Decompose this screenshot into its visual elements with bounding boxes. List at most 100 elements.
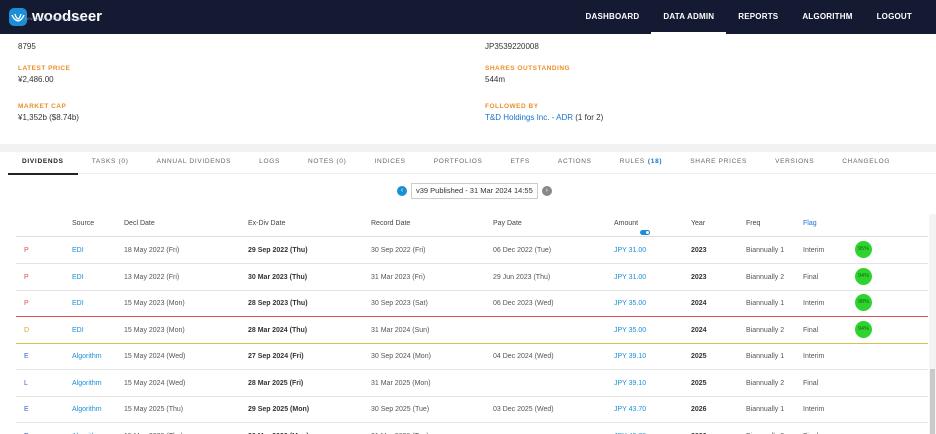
nav-data-admin[interactable]: DATA ADMIN: [651, 0, 727, 34]
cell-flag: Interim: [803, 247, 825, 254]
header-year[interactable]: Year: [691, 220, 705, 227]
header-freq[interactable]: Freq: [746, 220, 760, 227]
followed-by-label: FOLLOWED BY: [485, 103, 539, 110]
tab-etfs[interactable]: ETFS: [497, 152, 544, 173]
tab-label: NOTES (0): [308, 158, 347, 165]
table-row[interactable]: D EDI 15 May 2023 (Mon) 28 Mar 2024 (Thu) 31…: [16, 317, 928, 344]
table-row[interactable]: E Algorithm 15 May 2024 (Wed) 27 Sep 2024 (…: [16, 343, 928, 370]
cell-src[interactable]: EDI: [72, 274, 84, 281]
cell-decl: 15 May 2025 (Thu): [124, 406, 184, 413]
tab-dividends[interactable]: DIVIDENDS: [8, 152, 78, 175]
tab-portfolios[interactable]: PORTFOLIOS: [420, 152, 497, 173]
scrollbar[interactable]: [929, 214, 936, 434]
section-divider: [0, 144, 936, 152]
header-pay-date[interactable]: Pay Date: [493, 220, 522, 227]
cell-src[interactable]: EDI: [72, 300, 84, 307]
header-decl-date[interactable]: Decl Date: [124, 220, 155, 227]
cell-year: 2024: [691, 326, 707, 334]
followed-by-link[interactable]: T&D Holdings Inc. - ADR: [485, 113, 573, 122]
table-row[interactable]: P EDI 15 May 2023 (Mon) 28 Sep 2023 (Thu) 30…: [16, 290, 928, 317]
tab-rules[interactable]: RULES (18): [606, 152, 677, 173]
cell-flag: Final: [803, 379, 819, 387]
tab-tasks-0[interactable]: TASKS (0): [78, 152, 143, 173]
cell-amount[interactable]: JPY 39.10: [614, 380, 646, 387]
shares-outstanding-value: 544m: [485, 75, 506, 84]
cell-src[interactable]: EDI: [72, 327, 84, 334]
logo-tagline: DIVIDEND FORECASTING: [25, 16, 85, 21]
table-row[interactable]: P EDI 13 May 2022 (Fri) 30 Mar 2023 (Thu) 31…: [16, 264, 928, 291]
followed-by-value: T&D Holdings Inc. - ADR (1 for 2): [485, 113, 603, 122]
header-source[interactable]: Source: [72, 220, 94, 227]
cell-exdiv: 27 Sep 2024 (Fri): [248, 353, 304, 360]
nav-logout[interactable]: LOGOUT: [865, 0, 924, 34]
cell-year: 2025: [691, 379, 707, 387]
cell-amount[interactable]: JPY 31.00: [614, 247, 646, 254]
latest-price-value: ¥2,486.00: [18, 75, 54, 84]
cell-record: 31 Mar 2025 (Mon): [371, 379, 431, 387]
tab-indices[interactable]: INDICES: [360, 152, 419, 173]
table-row[interactable]: L Algorithm 15 May 2024 (Wed) 28 Mar 2025 (…: [16, 370, 928, 397]
cell-exdiv: 29 Sep 2025 (Mon): [248, 406, 310, 413]
cell-exdiv: 28 Sep 2023 (Thu): [248, 300, 308, 307]
cell-t: L: [24, 379, 28, 387]
cell-amount[interactable]: JPY 31.00: [614, 274, 646, 281]
cell-year: 2025: [691, 353, 707, 360]
tab-logs[interactable]: LOGS: [245, 152, 294, 173]
cell-year: 2024: [691, 300, 707, 307]
cell-amount[interactable]: JPY 35.00: [614, 300, 646, 307]
chevron-left-icon[interactable]: ‹: [397, 186, 407, 196]
cell-src[interactable]: Algorithm: [72, 380, 102, 387]
nav-algorithm[interactable]: ALGORITHM: [790, 0, 864, 34]
tab-versions[interactable]: VERSIONS: [761, 152, 828, 173]
nav-reports[interactable]: REPORTS: [726, 0, 790, 34]
tab-changelog[interactable]: CHANGELOG: [828, 152, 904, 173]
ticker-code: 8795: [18, 42, 36, 51]
tab-label: ANNUAL DIVIDENDS: [156, 158, 232, 165]
table-header: Source Decl Date Ex-Div Date Record Date…: [16, 210, 928, 237]
cell-freq: Biannually 2: [746, 379, 785, 387]
nav-dashboard[interactable]: DASHBOARD: [574, 0, 652, 34]
market-cap-value: ¥1,352b ($8.74b): [18, 113, 79, 122]
table-row[interactable]: EAlgorithm15 May 2025 (Thu)30 Mar 2026 (…: [16, 423, 928, 434]
scrollbar-thumb[interactable]: [930, 369, 935, 434]
cell-src[interactable]: Algorithm: [72, 406, 102, 413]
confidence-badge: 95%: [855, 241, 872, 258]
cell-exdiv: 29 Sep 2022 (Thu): [248, 247, 308, 254]
cell-exdiv: 28 Mar 2025 (Fri): [248, 379, 304, 387]
cell-amount[interactable]: JPY 43.70: [614, 406, 646, 413]
cell-record: 30 Sep 2022 (Fri): [371, 247, 426, 254]
tab-label: DIVIDENDS: [22, 158, 64, 165]
cell-pay: 06 Dec 2022 (Tue): [493, 247, 552, 254]
cell-src[interactable]: Algorithm: [72, 353, 102, 360]
cell-amount[interactable]: JPY 39.10: [614, 353, 646, 360]
cell-record: 30 Sep 2023 (Sat): [371, 300, 428, 307]
cell-exdiv: 28 Mar 2024 (Thu): [248, 326, 308, 334]
table-row[interactable]: E Algorithm 15 May 2025 (Thu) 29 Sep 2025 (…: [16, 396, 928, 423]
tab-notes-0[interactable]: NOTES (0): [294, 152, 360, 173]
version-dropdown[interactable]: v39 Published - 31 Mar 2024 14:55: [411, 183, 538, 199]
tab-label: PORTFOLIOS: [433, 158, 483, 165]
followed-by-ratio: (1 for 2): [575, 113, 604, 122]
cell-t: E: [24, 353, 29, 360]
latest-price-label: LATEST PRICE: [18, 65, 71, 72]
tab-label: RULES: [619, 158, 645, 165]
tab-actions[interactable]: ACTIONS: [544, 152, 606, 173]
top-navbar: woodseer DIVIDEND FORECASTING DASHBOARD …: [0, 0, 936, 34]
chevron-right-icon[interactable]: ›: [541, 186, 552, 196]
isin-code: JP3539220008: [485, 42, 539, 51]
security-info-panel: 8795 JP3539220008 LATEST PRICE ¥2,486.00…: [0, 34, 936, 144]
cell-amount[interactable]: JPY 35.00: [614, 327, 646, 334]
tab-share-prices[interactable]: SHARE PRICES: [676, 152, 761, 173]
header-record-date[interactable]: Record Date: [371, 220, 410, 227]
cell-t: E: [24, 406, 29, 413]
cell-freq: Biannually 2: [746, 273, 785, 281]
header-amount[interactable]: Amount: [614, 220, 651, 235]
currency-toggle[interactable]: [640, 230, 651, 235]
cell-pay: 29 Jun 2023 (Thu): [493, 273, 551, 281]
tab-annual-dividends[interactable]: ANNUAL DIVIDENDS: [143, 152, 246, 173]
tab-label: SHARE PRICES: [690, 158, 748, 165]
header-ex-div-date[interactable]: Ex-Div Date: [248, 220, 285, 227]
header-flag[interactable]: Flag: [803, 220, 817, 227]
table-row[interactable]: P EDI 18 May 2022 (Fri) 29 Sep 2022 (Thu) 30…: [16, 237, 928, 264]
cell-src[interactable]: EDI: [72, 247, 84, 254]
